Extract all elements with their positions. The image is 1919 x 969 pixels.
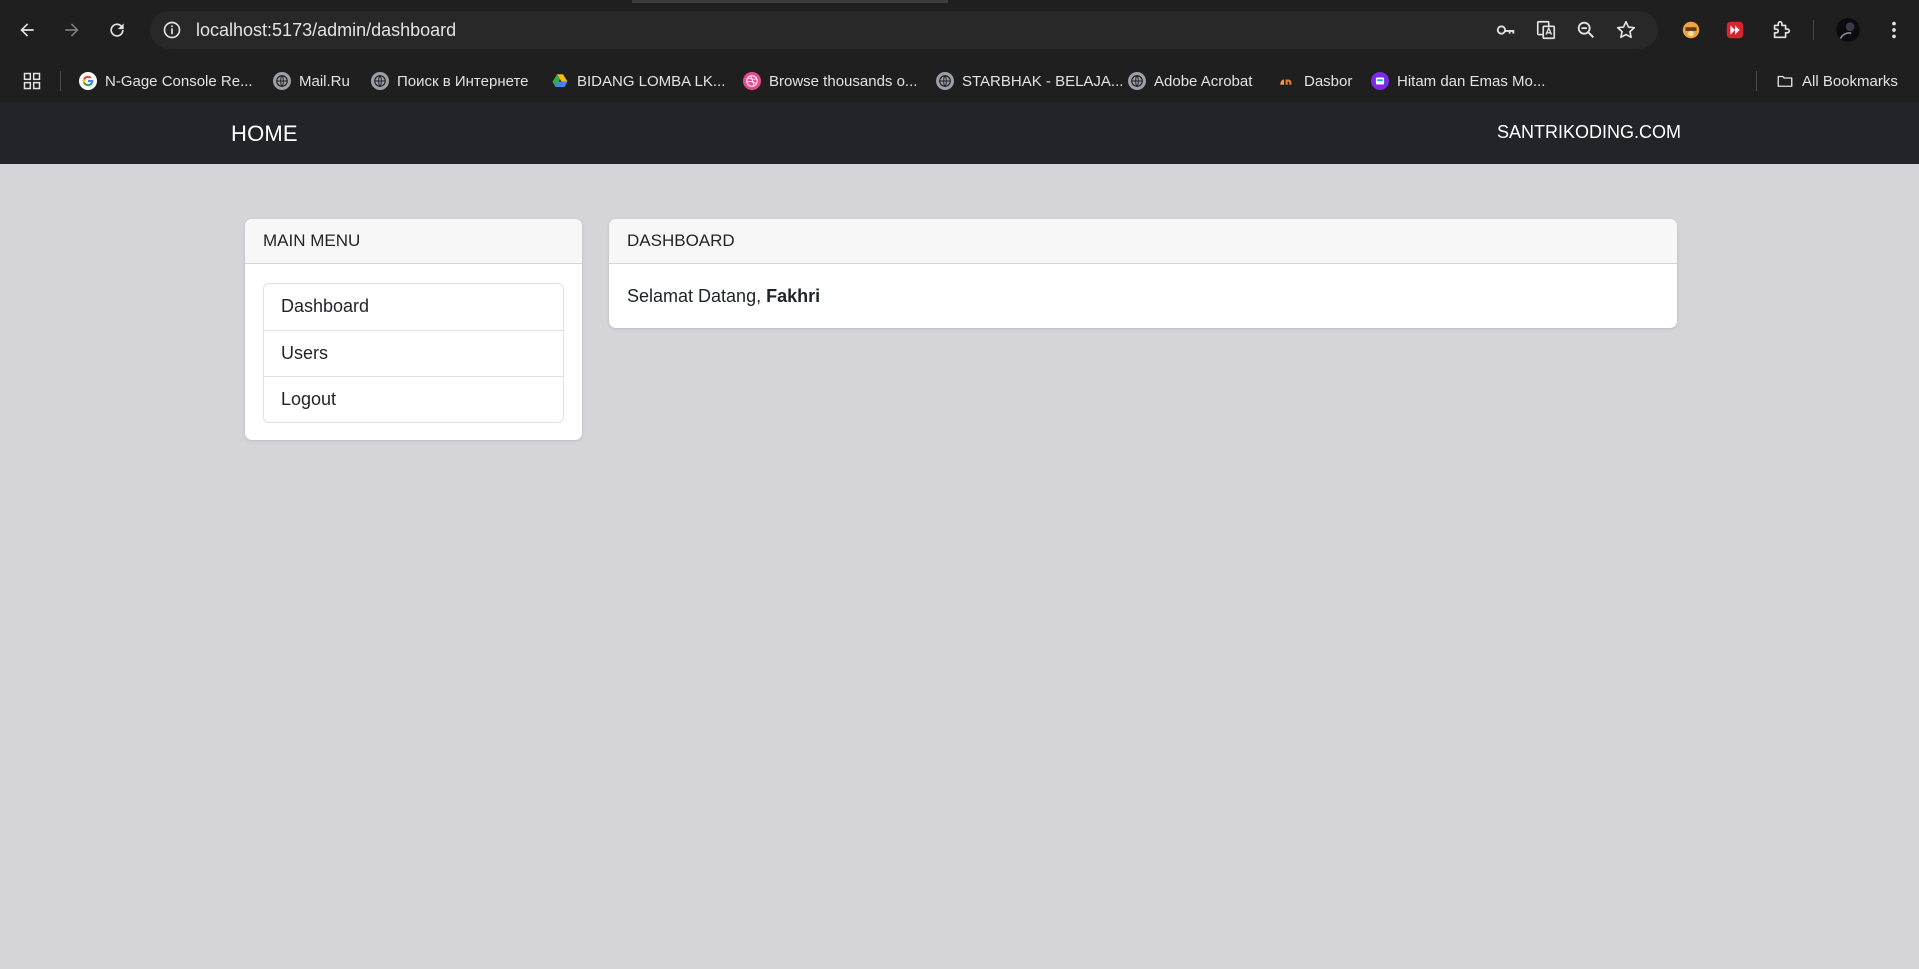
nav-site-link[interactable]: SANTRIKODING.COM [1497,122,1681,143]
menu-item-logout[interactable]: Logout [264,376,563,422]
bookmarks-divider [60,71,61,91]
bookmark-item[interactable]: Hitam dan Emas Mo... [1371,69,1545,93]
dashboard-title: DASHBOARD [609,219,1677,264]
url-text[interactable]: localhost:5173/admin/dashboard [196,20,456,41]
forward-button[interactable] [54,12,90,48]
profile-avatar[interactable] [1833,15,1863,45]
bookmark-label: BIDANG LOMBA LK... [577,72,726,90]
welcome-greeting: Selamat Datang, [627,286,767,306]
menu-item-dashboard[interactable]: Dashboard [264,284,563,330]
globe-icon [371,72,389,90]
bookmark-item[interactable]: Adobe Acrobat [1128,69,1252,93]
bookmark-item[interactable]: Поиск в Интернете [371,69,529,93]
main-menu-list: Dashboard Users Logout [263,283,564,423]
reload-icon [110,23,124,37]
bookmark-label: Mail.Ru [299,72,350,90]
zoom-icon[interactable] [1574,18,1598,42]
welcome-message: Selamat Datang, Fakhri [627,286,820,307]
welcome-username: Fakhri [766,286,821,306]
navbar: HOME SANTRIKODING.COM [0,102,1919,164]
bookmark-star-icon[interactable] [1614,18,1638,42]
toolbar-divider [1813,20,1814,40]
bookmark-item[interactable]: BIDANG LOMBA LK... [551,69,725,93]
bookmark-item[interactable]: STARBHAK - BELAJA... [936,69,1123,93]
password-key-icon[interactable] [1494,18,1518,42]
dribbble-icon [743,72,761,90]
folder-icon [1776,72,1794,90]
bookmark-item[interactable]: N-Gage Console Re... [79,69,253,93]
canva-icon [1371,72,1389,90]
globe-icon [1128,72,1146,90]
address-bar[interactable]: localhost:5173/admin/dashboard [150,11,1658,49]
google-drive-icon [551,72,569,90]
bookmark-label: Browse thousands o... [769,72,918,90]
all-bookmarks-label: All Bookmarks [1802,72,1898,90]
extensions-puzzle-icon[interactable] [1766,15,1796,45]
main-menu-card: MAIN MENU Dashboard Users Logout [245,219,582,440]
bookmark-label: Dasbor [1304,72,1353,90]
menu-item-users[interactable]: Users [264,330,563,376]
bookmark-label: Hitam dan Emas Mo... [1397,72,1546,90]
extension-red-icon[interactable] [1720,15,1750,45]
bookmark-label: Adobe Acrobat [1154,72,1253,90]
dashboard-card: DASHBOARD Selamat Datang, Fakhri [609,219,1677,328]
nav-home-link[interactable]: HOME [231,121,298,147]
reload-button[interactable] [99,12,135,48]
google-icon [79,72,97,90]
arrow-right-icon [65,23,79,37]
globe-icon [273,72,291,90]
bookmark-item[interactable]: Browse thousands o... [743,69,917,93]
all-bookmarks-button[interactable]: All Bookmarks [1776,69,1898,93]
browser-chrome: localhost:5173/admin/dashboard N-Gage Co… [0,0,1919,102]
globe-icon [936,72,954,90]
apps-grid-icon[interactable] [22,69,42,93]
browser-toolbar: localhost:5173/admin/dashboard [0,0,1919,60]
dasbor-icon [1278,72,1296,90]
bookmark-item[interactable]: Mail.Ru [273,69,350,93]
bookmark-label: Поиск в Интернете [397,72,529,90]
bookmark-item[interactable]: Dasbor [1278,69,1352,93]
bookmark-label: N-Gage Console Re... [105,72,253,90]
bookmarks-divider [1756,71,1757,91]
back-button[interactable] [9,12,45,48]
extension-avatar-icon[interactable] [1676,15,1706,45]
site-info-icon[interactable] [160,18,184,42]
bookmark-label: STARBHAK - BELAJA... [962,72,1124,90]
main-menu-title: MAIN MENU [245,219,582,264]
arrow-left-icon [20,23,34,37]
bookmarks-bar: N-Gage Console Re... Mail.Ru Поиск в Инт… [0,60,1919,102]
browser-menu-icon[interactable] [1879,15,1909,45]
translate-icon[interactable] [1534,18,1558,42]
